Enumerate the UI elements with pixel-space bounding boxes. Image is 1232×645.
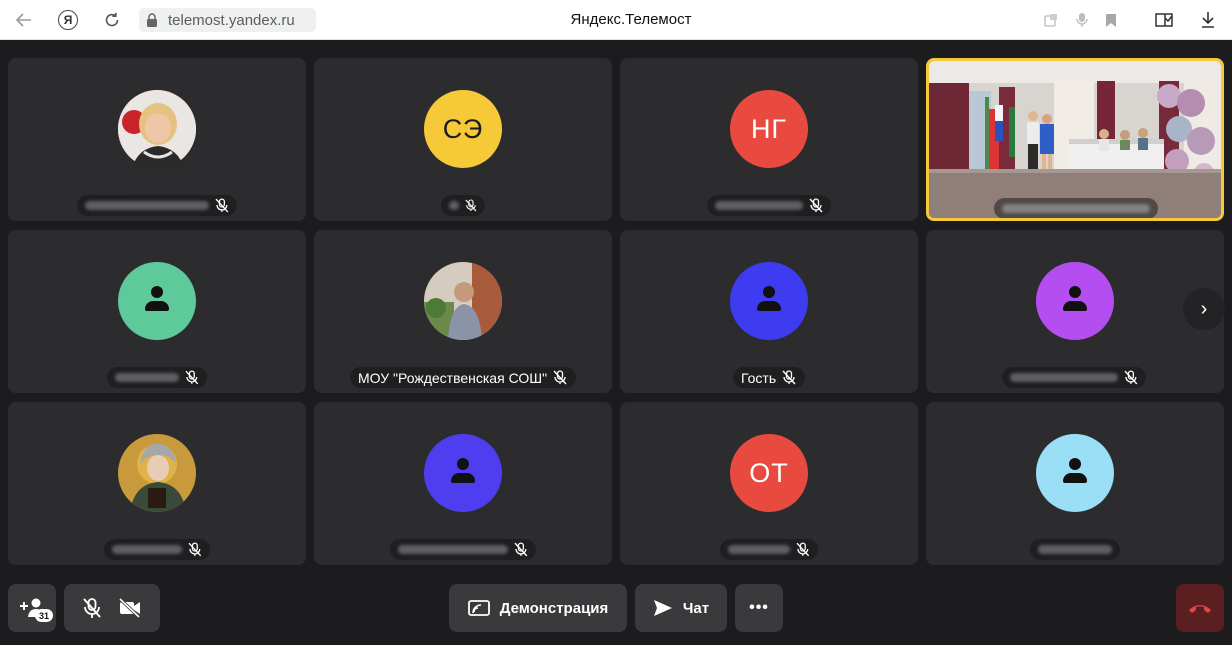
- participant-name-pill: [77, 195, 237, 216]
- mic-muted-icon: [809, 198, 823, 213]
- hang-up-phone-icon: [1189, 605, 1211, 613]
- mic-muted-icon: [83, 598, 101, 618]
- participant-name-pill: [707, 195, 831, 216]
- mic-muted-icon: [465, 199, 477, 212]
- participant-video-tile-speaking[interactable]: [926, 58, 1224, 221]
- participant-name-pill: [107, 367, 207, 388]
- participant-name-pill: [1002, 367, 1146, 388]
- chat-button[interactable]: Чат: [635, 584, 727, 632]
- participant-name: МОУ "Рождественская СОШ": [358, 369, 548, 386]
- participant-name-pill: [390, 539, 536, 560]
- download-icon[interactable]: [1196, 8, 1220, 32]
- participant-tile[interactable]: ОТ: [620, 402, 918, 565]
- participant-tile[interactable]: НГ: [620, 58, 918, 221]
- mic-muted-icon: [1124, 370, 1138, 385]
- page-title: Яндекс.Телемост: [570, 11, 692, 28]
- screen-share-icon: [467, 600, 490, 616]
- participant-photo-avatar: [118, 90, 196, 168]
- camera-off-icon: [118, 598, 141, 618]
- participants-count-badge: 31: [35, 609, 53, 622]
- participant-name-hidden: [112, 545, 183, 554]
- mic-muted-icon: [796, 542, 810, 557]
- participant-name-pill: МОУ "Рождественская СОШ": [350, 367, 576, 388]
- participant-name-pill: [720, 539, 818, 560]
- mic-muted-icon: [514, 542, 528, 557]
- more-options-button[interactable]: •••: [735, 584, 783, 632]
- participant-name-pill: [1030, 539, 1120, 560]
- mic-muted-icon: [185, 370, 199, 385]
- participant-tile[interactable]: [314, 402, 612, 565]
- participant-name-hidden: [728, 545, 791, 554]
- participant-tile[interactable]: СЭ: [314, 58, 612, 221]
- mic-muted-icon: [553, 370, 567, 385]
- participant-initials-avatar: ОТ: [730, 434, 808, 512]
- end-call-button[interactable]: [1176, 584, 1224, 632]
- participant-name-hidden: [1038, 545, 1112, 554]
- participant-name-hidden: [398, 545, 509, 554]
- participant-tile[interactable]: [926, 402, 1224, 565]
- participant-name-pill: [104, 539, 210, 560]
- address-url: telemost.yandex.ru: [168, 11, 295, 29]
- browser-toolbar: Я telemost.yandex.ru Яндекс.Телемост: [0, 0, 1232, 40]
- participant-initials-avatar: НГ: [730, 90, 808, 168]
- participant-tile[interactable]: МОУ "Рождественская СОШ": [314, 230, 612, 393]
- participant-tile[interactable]: [926, 230, 1224, 393]
- bookmark-icon[interactable]: [1099, 8, 1123, 32]
- back-arrow-icon[interactable]: [12, 8, 36, 32]
- person-icon: [1060, 286, 1090, 316]
- participant-photo-avatar: [424, 262, 502, 340]
- media-controls-group: [64, 584, 160, 632]
- participant-generic-avatar: [730, 262, 808, 340]
- microphone-toggle-button[interactable]: [82, 597, 102, 619]
- participant-generic-avatar: [1036, 434, 1114, 512]
- address-bar[interactable]: telemost.yandex.ru: [139, 8, 316, 32]
- participant-name-hidden: [1002, 204, 1150, 213]
- reload-icon[interactable]: [100, 8, 124, 32]
- screen-share-label: Демонстрация: [499, 599, 609, 617]
- person-icon: [754, 286, 784, 316]
- participant-name-hidden: [449, 201, 460, 210]
- person-icon: [448, 458, 478, 488]
- participant-name-hidden: [715, 201, 803, 210]
- participant-photo-avatar: [118, 434, 196, 512]
- person-icon: [1060, 458, 1090, 488]
- lock-icon: [146, 12, 160, 28]
- participant-tile[interactable]: Гость: [620, 230, 918, 393]
- picture-in-picture-icon[interactable]: [1039, 8, 1063, 32]
- microphone-icon[interactable]: [1070, 8, 1094, 32]
- mic-muted-icon: [188, 542, 202, 557]
- camera-toggle-button[interactable]: [118, 598, 142, 618]
- person-icon: [142, 286, 172, 316]
- yandex-logo-icon[interactable]: Я: [56, 8, 80, 32]
- send-chat-icon: [653, 600, 672, 616]
- video-call-area: СЭ НГ МОУ "Рождественская СОШ" Гость › О…: [0, 40, 1232, 645]
- participant-tile[interactable]: [8, 402, 306, 565]
- participant-name-pill: [994, 198, 1158, 218]
- participant-name-hidden: [85, 201, 210, 210]
- participants-button[interactable]: 31: [8, 584, 56, 632]
- participant-name-hidden: [115, 373, 180, 382]
- more-dots-icon: •••: [749, 599, 769, 616]
- participant-video-feed: [929, 61, 1221, 218]
- mic-muted-icon: [215, 198, 229, 213]
- mic-muted-icon: [782, 370, 796, 385]
- participant-generic-avatar: [424, 434, 502, 512]
- screen-share-button[interactable]: Демонстрация: [449, 584, 627, 632]
- participant-name-pill: [441, 195, 485, 216]
- participant-initials-avatar: СЭ: [424, 90, 502, 168]
- participant-generic-avatar: [1036, 262, 1114, 340]
- participant-tile[interactable]: [8, 58, 306, 221]
- participant-name: Гость: [741, 369, 777, 386]
- participant-generic-avatar: [118, 262, 196, 340]
- participant-name-hidden: [1010, 373, 1119, 382]
- participant-tile[interactable]: [8, 230, 306, 393]
- next-page-chevron-icon[interactable]: ›: [1183, 288, 1225, 330]
- participant-name-pill: Гость: [733, 367, 805, 388]
- reader-icon[interactable]: [1152, 8, 1176, 32]
- chat-label: Чат: [682, 599, 710, 617]
